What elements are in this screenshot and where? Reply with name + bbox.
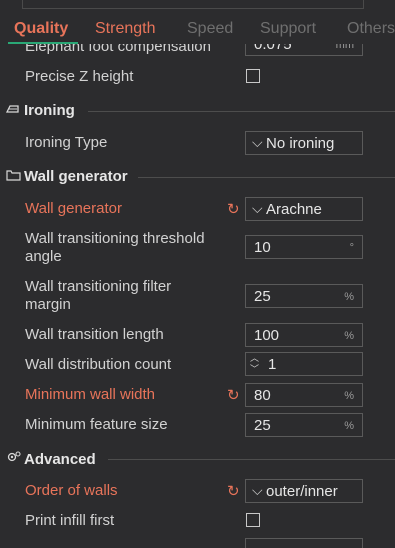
- min-feature-size-unit: %: [344, 420, 354, 432]
- order-of-walls-label: Order of walls: [25, 482, 118, 499]
- stepper-arrows-icon[interactable]: ︿ ﹀: [250, 353, 259, 375]
- tab-others[interactable]: Others: [347, 20, 395, 38]
- filter-margin-value: 25: [254, 288, 271, 305]
- tab-speed[interactable]: Speed: [187, 20, 233, 38]
- reset-icon[interactable]: ↻: [227, 482, 240, 500]
- chevron-down-icon: ⌵: [252, 200, 263, 216]
- distribution-count-label: Wall distribution count: [25, 356, 172, 373]
- advanced-title: Advanced: [24, 451, 96, 468]
- wall-generator-section-header[interactable]: Wall generator: [6, 168, 128, 185]
- wall-generator-title: Wall generator: [24, 168, 128, 185]
- distribution-count-value: 1: [268, 356, 277, 373]
- filter-margin-label-line1: Wall transitioning filter: [25, 278, 172, 295]
- next-row-input-partial[interactable]: [245, 538, 363, 548]
- print-infill-first-checkbox[interactable]: [246, 513, 260, 527]
- min-wall-width-label: Minimum wall width: [25, 386, 156, 403]
- filter-margin-input[interactable]: 25 %: [245, 284, 363, 308]
- min-wall-width-unit: %: [344, 390, 354, 402]
- threshold-angle-label-line1: Wall transitioning threshold: [25, 230, 205, 247]
- min-feature-size-input[interactable]: 25 %: [245, 413, 363, 437]
- elephant-foot-input[interactable]: 0.075 mm: [245, 44, 363, 56]
- precise-z-checkbox[interactable]: [246, 69, 260, 83]
- print-infill-first-label: Print infill first: [25, 512, 115, 529]
- order-of-walls-select[interactable]: ⌵ outer/inner: [245, 479, 363, 503]
- tab-strength[interactable]: Strength: [95, 20, 155, 38]
- folder-icon: [6, 168, 24, 185]
- tab-quality[interactable]: Quality: [14, 20, 68, 38]
- filter-margin-label-line2: margin: [25, 296, 71, 313]
- elephant-foot-unit: mm: [335, 44, 354, 51]
- order-of-walls-value: outer/inner: [266, 483, 338, 500]
- elephant-foot-value: 0.075: [254, 44, 292, 53]
- threshold-angle-value: 10: [254, 239, 271, 256]
- threshold-angle-unit: °: [349, 242, 354, 254]
- transition-length-label: Wall transition length: [25, 326, 164, 343]
- reset-icon[interactable]: ↻: [227, 200, 240, 218]
- ironing-type-select[interactable]: ⌵ No ironing: [245, 131, 363, 155]
- min-wall-width-value: 80: [254, 387, 271, 404]
- section-divider: [88, 111, 395, 112]
- chevron-down-icon: ⌵: [252, 134, 263, 150]
- wall-generator-value: Arachne: [266, 201, 322, 218]
- wall-generator-select[interactable]: ⌵ Arachne: [245, 197, 363, 221]
- filter-margin-unit: %: [344, 291, 354, 303]
- reset-icon[interactable]: ↻: [227, 386, 240, 404]
- gears-icon: [6, 450, 24, 468]
- precise-z-label: Precise Z height: [25, 68, 134, 85]
- partial-row-clip: Elephant foot compensation 0.075 mm: [0, 44, 395, 58]
- threshold-angle-label-line2: angle: [25, 248, 62, 265]
- section-divider: [138, 177, 395, 178]
- section-divider: [108, 459, 395, 460]
- min-wall-width-input[interactable]: 80 %: [245, 383, 363, 407]
- tab-bar-top-frame: [22, 0, 364, 9]
- chevron-down-icon: ⌵: [252, 482, 263, 498]
- advanced-section-header[interactable]: Advanced: [6, 450, 96, 468]
- iron-icon: [5, 102, 24, 119]
- wall-generator-label: Wall generator: [25, 200, 122, 217]
- tab-bar: Quality Strength Speed Support Others: [0, 0, 395, 44]
- tab-support[interactable]: Support: [260, 20, 316, 38]
- threshold-angle-input[interactable]: 10 °: [245, 235, 363, 259]
- ironing-section-header[interactable]: Ironing: [5, 102, 75, 119]
- transition-length-input[interactable]: 100 %: [245, 323, 363, 347]
- min-feature-size-label: Minimum feature size: [25, 416, 168, 433]
- min-feature-size-value: 25: [254, 417, 271, 434]
- distribution-count-stepper[interactable]: ︿ ﹀ 1: [245, 352, 363, 376]
- elephant-foot-label: Elephant foot compensation: [25, 44, 211, 55]
- transition-length-unit: %: [344, 330, 354, 342]
- ironing-type-label: Ironing Type: [25, 134, 108, 151]
- ironing-title: Ironing: [24, 102, 75, 119]
- transition-length-value: 100: [254, 327, 280, 344]
- ironing-type-value: No ironing: [266, 135, 335, 152]
